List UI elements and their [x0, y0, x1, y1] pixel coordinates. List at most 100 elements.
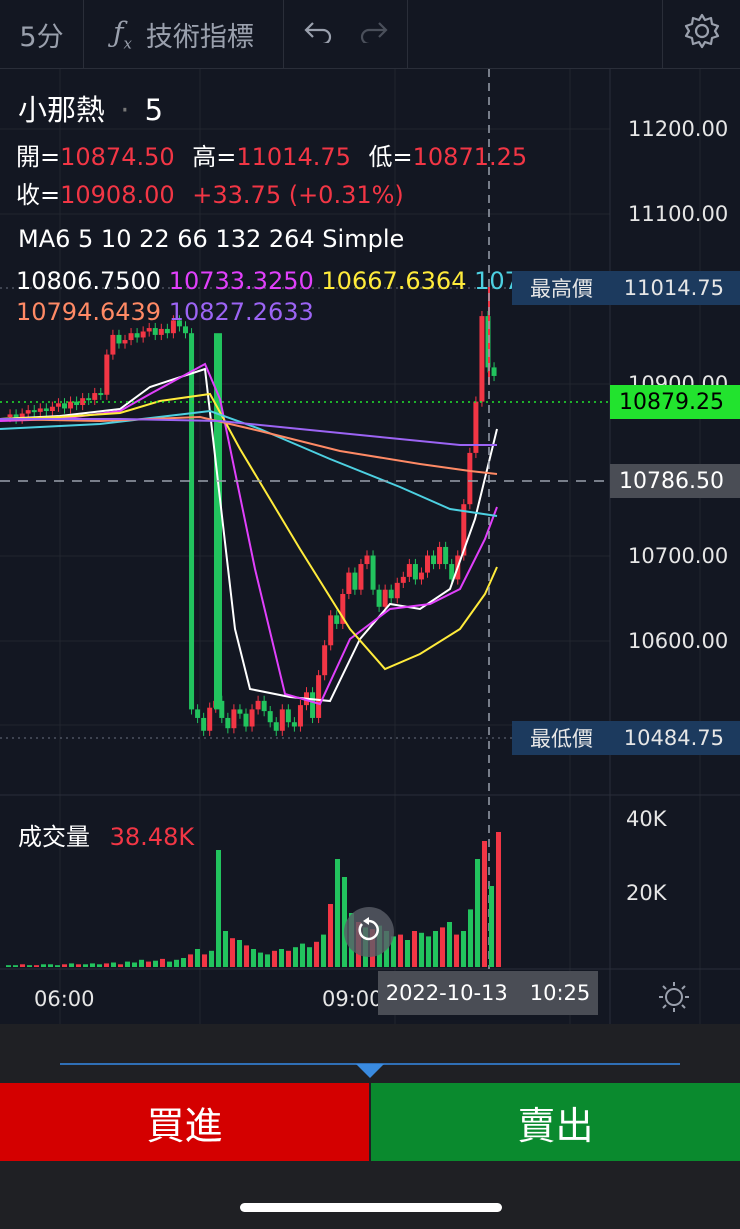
volume-bar — [223, 931, 228, 967]
candle — [110, 334, 116, 355]
candle — [279, 709, 285, 731]
sun-icon — [656, 982, 692, 1019]
low-label: 低= — [368, 143, 413, 171]
candle — [491, 367, 497, 376]
buy-button[interactable]: 買進 — [0, 1083, 369, 1161]
open-label: 開= — [16, 143, 61, 171]
volume-bar — [132, 962, 137, 967]
indicators-button[interactable]: ƒx 技術指標 — [84, 0, 284, 68]
volume-bar — [62, 964, 67, 967]
volume-bar — [454, 934, 459, 967]
time-axis-settings-button[interactable] — [656, 979, 692, 1015]
volume-bar — [496, 832, 501, 967]
candle — [158, 328, 164, 335]
chart-settings-button[interactable] — [662, 0, 740, 68]
price-label-11200: 11200.00 — [628, 117, 729, 141]
candle — [122, 340, 128, 344]
candle — [334, 615, 340, 624]
volume-bar — [188, 954, 193, 967]
volume-bar — [76, 964, 81, 967]
ma-title: MA6 5 10 22 66 132 264 Simple — [18, 225, 405, 253]
volume-bar — [335, 859, 340, 967]
volume-bar — [83, 964, 88, 967]
candle — [418, 572, 424, 580]
low-value: 10871.25 — [412, 143, 528, 171]
high-tag-label: 最高價 — [530, 277, 593, 301]
volume-bar — [6, 965, 11, 967]
volume-bar — [125, 961, 130, 967]
candle — [231, 709, 237, 729]
volume-bar — [104, 963, 109, 967]
ma-line-3 — [0, 392, 498, 671]
high-label: 高= — [192, 143, 237, 171]
volume-bar — [328, 904, 333, 967]
low-tag-label: 最低價 — [530, 727, 593, 751]
interval-label: 5分 — [19, 21, 64, 53]
sell-button[interactable]: 賣出 — [371, 1083, 740, 1161]
volume-bar — [314, 941, 319, 967]
ma-value-5: 10794.6439 — [16, 298, 162, 326]
volume-bar — [447, 922, 452, 967]
candle — [189, 333, 195, 710]
candle — [25, 410, 31, 414]
volume-legend: 成交量 38.48K — [18, 817, 194, 852]
volume-bar — [55, 965, 60, 967]
volume-bar — [230, 938, 235, 967]
volume-bar — [412, 931, 417, 967]
undo-icon[interactable] — [303, 19, 333, 50]
ma-value-3: 10667.6364 — [321, 267, 467, 295]
crosshair-date: 2022-10-13 — [385, 981, 508, 1005]
indicators-label: 技術指標 — [145, 21, 254, 53]
candle — [62, 403, 67, 409]
ma-values-row-2: 10794.6439 10827.2633 — [16, 298, 314, 326]
candle — [370, 555, 376, 590]
volume-bar — [251, 949, 256, 967]
volume-label: 成交量 — [18, 823, 90, 851]
volume-bar — [440, 927, 445, 967]
interval-selector[interactable]: 5分 — [0, 0, 84, 68]
candle — [195, 709, 201, 718]
volume-bar — [20, 964, 25, 967]
volume-bar — [13, 965, 18, 967]
volume-bar — [69, 963, 74, 967]
candle — [37, 408, 43, 412]
candle — [128, 333, 134, 341]
candle — [116, 334, 122, 344]
symbol-title: 小那熱 · 5 — [18, 87, 163, 129]
candle — [425, 555, 430, 573]
volume-bar — [153, 960, 158, 967]
volume-axis-40k: 40K — [626, 807, 667, 831]
change-value: +33.75 (+0.31%) — [192, 181, 404, 209]
chart-area[interactable]: 小那熱 · 5 開=10874.50 高=11014.75 低=10871.25… — [0, 69, 740, 1024]
candle — [201, 717, 207, 731]
candle — [207, 707, 213, 731]
volume-bar — [181, 958, 186, 967]
ma-value-6: 10827.2633 — [168, 298, 314, 326]
volume-bar — [258, 952, 263, 967]
candle — [267, 711, 273, 723]
volume-bar — [27, 965, 32, 967]
ma-line-6 — [0, 418, 497, 446]
candle — [249, 709, 255, 727]
crosshair-price-tag: 10786.50 — [610, 464, 740, 498]
candle — [406, 564, 412, 577]
candle — [352, 572, 358, 590]
volume-bar — [461, 931, 466, 967]
volume-value: 38.48K — [109, 823, 195, 851]
candle — [297, 705, 303, 727]
candle — [183, 326, 188, 334]
candle — [316, 675, 322, 718]
reset-chart-button[interactable] — [344, 907, 394, 957]
candle — [140, 331, 146, 338]
redo-icon[interactable] — [359, 19, 389, 50]
candle — [437, 546, 443, 565]
candle — [382, 589, 388, 607]
volume-bar — [160, 958, 165, 967]
volume-bar — [139, 959, 144, 967]
candle — [291, 722, 297, 727]
candle — [400, 576, 406, 583]
volume-bar — [272, 950, 277, 967]
candle — [43, 408, 49, 412]
candle — [49, 406, 55, 412]
candle — [412, 564, 418, 580]
